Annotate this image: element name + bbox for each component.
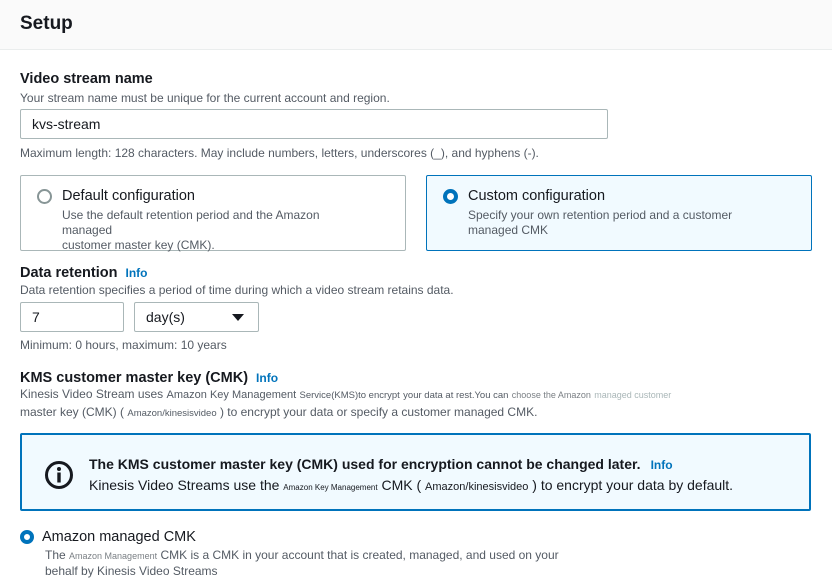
kms-description: Kinesis Video Stream uses Amazon Key Man… — [20, 386, 671, 422]
data-retention-description: Data retention specifies a period of tim… — [20, 283, 454, 297]
kms-description-line2: master key (CMK) ( Amazon/kinesisvideo )… — [20, 404, 671, 422]
amazon-managed-cmk-radio[interactable] — [20, 530, 34, 544]
kms-desc-text: ) to encrypt your data or specify a cust… — [219, 405, 538, 419]
stream-name-input[interactable]: kvs-stream — [20, 109, 608, 139]
data-retention-header: Data retention Info — [20, 264, 148, 282]
amazon-managed-desc-text: The — [45, 548, 66, 562]
default-configuration-radio[interactable] — [37, 189, 52, 204]
default-configuration-line1: Use the default retention period and the… — [62, 208, 320, 237]
amazon-managed-cmk-description-line1: The Amazon Management CMK is a CMK in yo… — [45, 548, 559, 564]
amazon-managed-cmk-description-line2: behalf by Kinesis Video Streams — [45, 564, 218, 578]
data-retention-unit-value: day(s) — [146, 309, 185, 325]
data-retention-unit-select[interactable]: day(s) — [134, 302, 259, 332]
alert-body-text: Amazon/kinesisvideo — [425, 481, 529, 493]
stream-name-constraint: Maximum length: 128 characters. May incl… — [20, 146, 539, 160]
custom-configuration-description: Specify your own retention period and a … — [468, 208, 768, 238]
kms-header: KMS customer master key (CMK) Info — [20, 369, 278, 387]
amazon-managed-cmk-option[interactable]: Amazon managed CMK — [20, 529, 196, 545]
page-title: Setup — [20, 13, 73, 34]
default-configuration-card[interactable]: Default configuration Use the default re… — [20, 175, 406, 253]
kms-desc-text: Kinesis Video Stream uses — [20, 387, 164, 401]
encryption-alert: The KMS customer master key (CMK) used f… — [20, 433, 811, 511]
amazon-managed-cmk-label: Amazon managed CMK — [42, 529, 196, 545]
data-retention-info-link[interactable]: Info — [126, 266, 148, 280]
kms-label: KMS customer master key (CMK) — [20, 370, 249, 386]
kms-desc-text: managed customer — [594, 390, 672, 400]
alert-title: The KMS customer master key (CMK) used f… — [89, 456, 641, 472]
custom-configuration-card[interactable]: Custom configuration Specify your own re… — [426, 175, 812, 251]
amazon-managed-desc-text: CMK is a CMK in your account that is cre… — [160, 548, 559, 562]
data-retention-value-input[interactable]: 7 — [20, 302, 124, 332]
amazon-managed-desc-text: Amazon Management — [69, 551, 158, 561]
kms-description-line1: Kinesis Video Stream uses Amazon Key Man… — [20, 386, 671, 404]
kms-desc-text: Service(KMS)to encrypt — [299, 390, 400, 401]
kms-desc-text: Amazon/kinesisvideo — [127, 408, 217, 419]
alert-body-text: ) to encrypt your data by default. — [532, 477, 734, 493]
kms-info-link[interactable]: Info — [256, 371, 278, 385]
alert-info-link[interactable]: Info — [651, 458, 673, 472]
kms-desc-text: Amazon Key Management — [166, 389, 297, 401]
default-configuration-title: Default configuration — [62, 188, 195, 204]
custom-configuration-line2: managed CMK — [468, 223, 549, 237]
stream-name-description: Your stream name must be unique for the … — [20, 91, 390, 105]
custom-configuration-title: Custom configuration — [468, 188, 606, 204]
info-icon — [45, 461, 73, 489]
page-header: Setup — [0, 0, 832, 50]
alert-body: Kinesis Video Streams use the Amazon Key… — [89, 477, 733, 493]
kms-desc-text: choose the Amazon — [511, 390, 591, 400]
kms-desc-text: master key (CMK) ( — [20, 405, 125, 419]
custom-configuration-line1: Specify your own retention period and a … — [468, 208, 733, 222]
stream-name-label: Video stream name — [20, 71, 153, 87]
caret-down-icon — [232, 314, 244, 321]
alert-title-row: The KMS customer master key (CMK) used f… — [89, 456, 673, 472]
data-retention-label: Data retention — [20, 265, 118, 281]
data-retention-constraint: Minimum: 0 hours, maximum: 10 years — [20, 338, 227, 352]
alert-body-text: Amazon Key Management — [283, 483, 378, 492]
amazon-managed-cmk-description: The Amazon Management CMK is a CMK in yo… — [45, 548, 559, 578]
alert-body-text: Kinesis Video Streams use the — [89, 477, 280, 493]
kms-desc-text: your data at rest.You can — [403, 390, 509, 401]
alert-body-text: CMK ( — [381, 477, 422, 493]
default-configuration-line2: customer master key (CMK). — [62, 238, 215, 252]
custom-configuration-radio[interactable] — [443, 189, 458, 204]
default-configuration-description: Use the default retention period and the… — [62, 208, 362, 253]
